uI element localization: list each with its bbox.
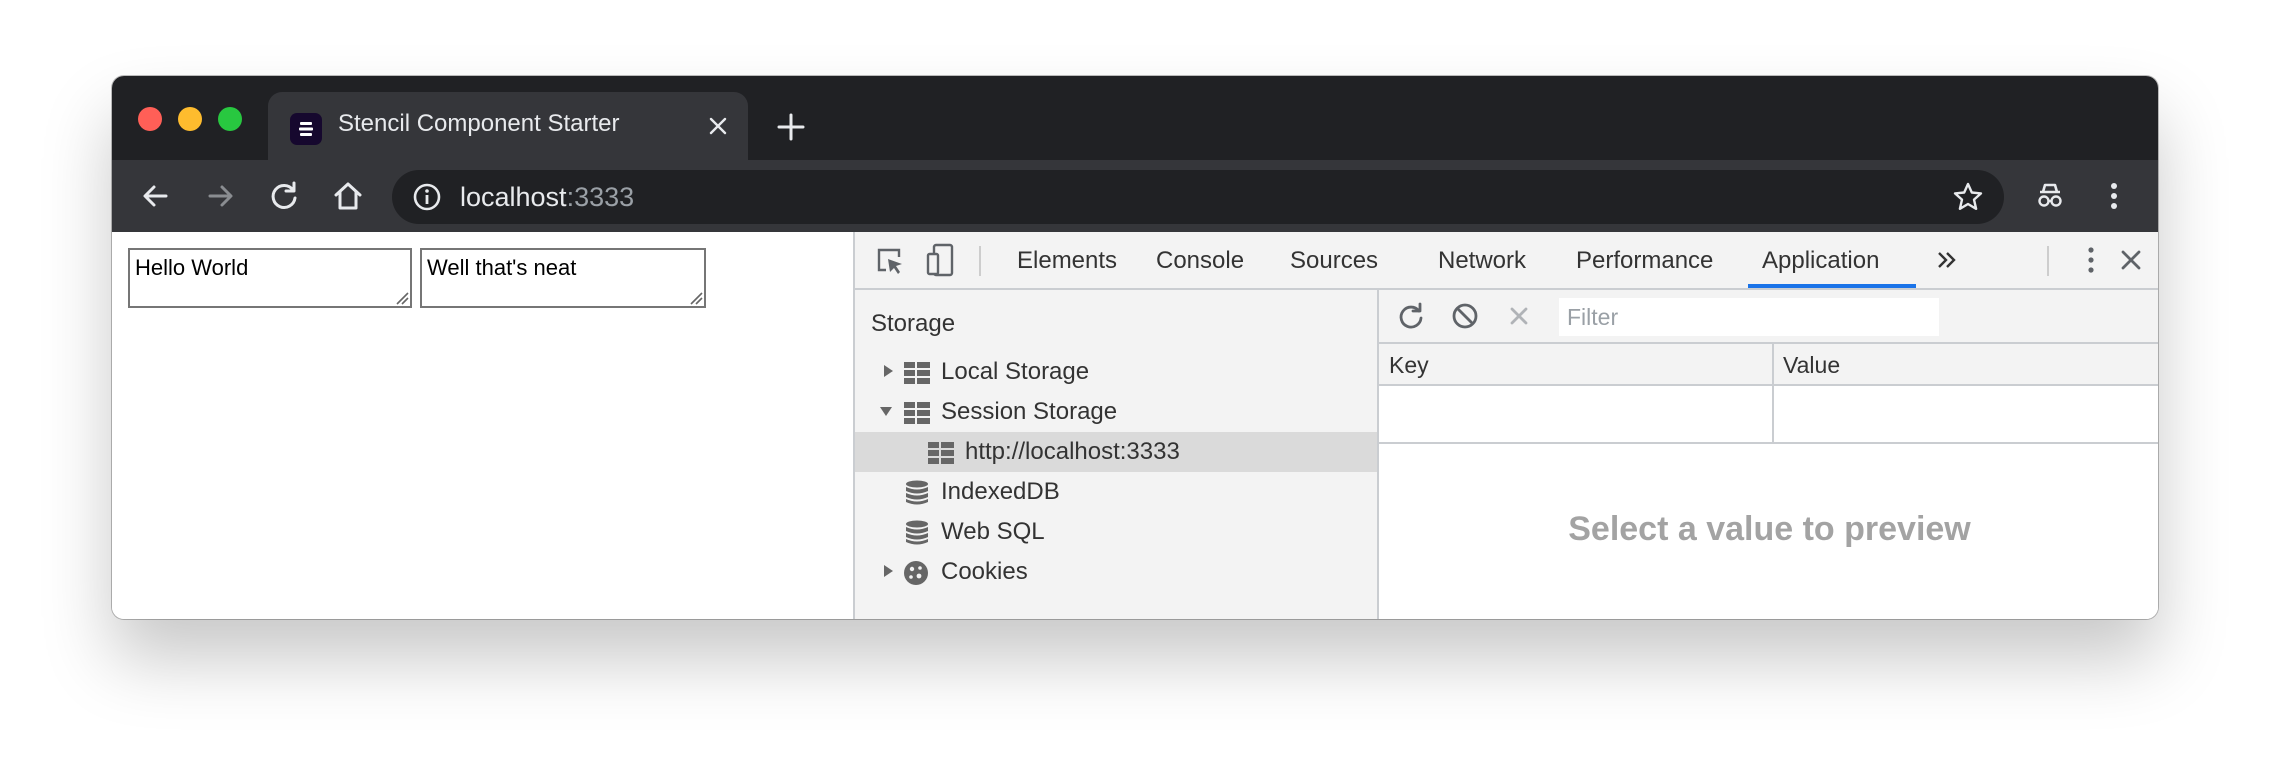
tab-console[interactable]: Console [1156, 247, 1244, 275]
sidebar-item-label: http://localhost:3333 [965, 438, 1180, 465]
sidebar-item-local-storage[interactable]: Local Storage [855, 352, 1377, 392]
storage-view: Key Value Select a value to preview [1379, 290, 2158, 619]
column-divider[interactable] [1772, 344, 1774, 444]
back-icon[interactable] [138, 178, 174, 214]
tab-title: Stencil Component Starter [338, 110, 620, 137]
delete-selected-icon[interactable] [1503, 300, 1535, 332]
storage-toolbar [1379, 290, 2158, 344]
clear-all-icon[interactable] [1449, 300, 1481, 332]
database-icon [903, 520, 931, 546]
browser-menu-icon[interactable] [2096, 178, 2132, 214]
url-host: localhost [460, 182, 567, 212]
table-row-divider [1379, 442, 2158, 444]
sidebar-item-label: IndexedDB [941, 478, 1060, 505]
new-tab-icon[interactable] [776, 112, 806, 142]
collapse-arrow-icon[interactable] [879, 404, 893, 418]
sidebar-item-label: Session Storage [941, 398, 1118, 425]
tab-application[interactable]: Application [1762, 247, 1879, 275]
column-header-value[interactable]: Value [1783, 352, 1840, 379]
devtools-tabbar: Elements Console Sources Network Perform… [855, 232, 2158, 290]
incognito-icon[interactable] [2032, 178, 2068, 214]
column-header-key[interactable]: Key [1389, 352, 1429, 379]
storage-heading: Storage [871, 310, 956, 337]
url-text: localhost:3333 [460, 182, 634, 213]
tab-network[interactable]: Network [1438, 247, 1526, 275]
close-window-button[interactable] [138, 107, 162, 131]
inspect-element-icon[interactable] [873, 244, 905, 276]
preview-placeholder: Select a value to preview [1568, 510, 1971, 548]
sidebar-item-session-storage[interactable]: Session Storage [855, 392, 1377, 432]
expand-arrow-icon[interactable] [881, 364, 895, 378]
application-sidebar: Storage Local Storage Session Storage ht… [855, 290, 1379, 619]
minimize-window-button[interactable] [178, 107, 202, 131]
address-bar[interactable]: localhost:3333 [392, 170, 2004, 224]
tab-performance[interactable]: Performance [1576, 247, 1713, 275]
more-tabs-chevron-icon[interactable] [1933, 246, 1961, 274]
title-bar: Stencil Component Starter [112, 76, 2158, 160]
zoom-window-button[interactable] [218, 107, 242, 131]
refresh-icon[interactable] [1395, 300, 1427, 332]
reload-icon[interactable] [266, 178, 302, 214]
close-devtools-icon[interactable] [2117, 246, 2145, 274]
active-tab-indicator [1748, 284, 1916, 288]
toolbar-divider [979, 246, 981, 276]
close-tab-icon[interactable] [706, 114, 730, 138]
stencil-favicon-icon [290, 113, 322, 145]
devtools-menu-icon[interactable] [2077, 245, 2105, 275]
home-icon[interactable] [330, 178, 366, 214]
textarea-hello[interactable] [128, 248, 412, 308]
table-grid-icon [903, 360, 931, 386]
sidebar-item-label: Local Storage [941, 358, 1090, 385]
device-toolbar-icon[interactable] [925, 242, 957, 278]
table-grid-icon [927, 440, 955, 466]
sidebar-item-web-sql[interactable]: Web SQL [855, 512, 1377, 552]
sidebar-item-localhost-session[interactable]: http://localhost:3333 [855, 432, 1377, 472]
tab-elements[interactable]: Elements [1017, 247, 1117, 275]
expand-arrow-icon[interactable] [881, 564, 895, 578]
cookie-icon [903, 560, 931, 586]
browser-tab[interactable]: Stencil Component Starter [268, 92, 748, 160]
database-icon [903, 480, 931, 506]
sidebar-item-label: Cookies [941, 558, 1028, 585]
resize-grip-icon[interactable] [689, 291, 703, 305]
bookmark-star-icon[interactable] [1952, 181, 1984, 213]
browser-window: Stencil Component Starter localhost:3333… [112, 76, 2158, 619]
sidebar-item-indexeddb[interactable]: IndexedDB [855, 472, 1377, 512]
devtools-panel: Elements Console Sources Network Perform… [853, 232, 2158, 619]
filter-input[interactable] [1559, 298, 1939, 336]
url-port: :3333 [566, 182, 635, 212]
textarea-neat[interactable] [420, 248, 706, 308]
table-header: Key Value [1379, 344, 2158, 386]
tab-sources[interactable]: Sources [1290, 247, 1378, 275]
page-content [112, 232, 852, 619]
site-info-icon[interactable] [412, 182, 442, 212]
browser-toolbar: localhost:3333 [112, 160, 2158, 232]
forward-icon[interactable] [202, 178, 238, 214]
sidebar-item-cookies[interactable]: Cookies [855, 552, 1377, 592]
sidebar-item-label: Web SQL [941, 518, 1045, 545]
resize-grip-icon[interactable] [395, 291, 409, 305]
table-grid-icon [903, 400, 931, 426]
toolbar-divider [2047, 246, 2049, 276]
